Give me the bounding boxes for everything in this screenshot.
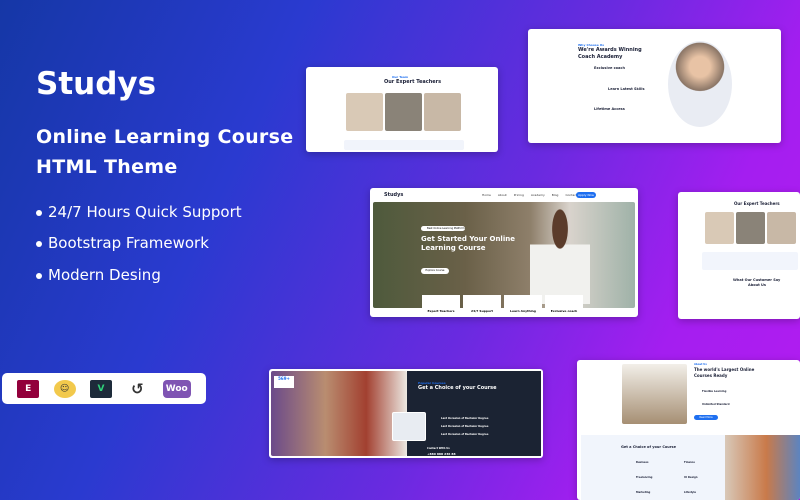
feature-box: Exclusive coach [545, 295, 583, 315]
mockup-choice: 569+ Popular Courses Get a Choice of you… [269, 369, 543, 458]
mockup-awards: Why Choose Us We're Awards Winning Coach… [528, 29, 781, 143]
mailchimp-icon: ☺ [53, 379, 76, 398]
hero-heading: Get Started Your Online [421, 235, 515, 243]
teacher-photo [767, 212, 796, 244]
category-item[interactable]: Freelancing [636, 476, 652, 479]
category-item[interactable]: Marketing [636, 491, 650, 494]
contact-label: Contact With Us [427, 447, 450, 450]
mockup-largest: About Us The world's Largest Online Cour… [577, 360, 800, 500]
course-item[interactable]: Last Occasion of Bachelor Degree [441, 417, 488, 420]
feature-box: Learn Anything [504, 295, 542, 315]
count-badge: 569+ [274, 376, 294, 388]
category-item[interactable]: UI Design [684, 476, 698, 479]
course-item[interactable]: Last Occasion of Bachelor Degree [441, 433, 488, 436]
section-tag: About Us [694, 363, 707, 366]
feature-item: Unlimited Standard [702, 403, 730, 406]
feature-label: Bootstrap Framework [48, 234, 209, 252]
course-item[interactable]: Last Occasion of Bachelor Degree [441, 425, 488, 428]
brand-title: Studys [36, 66, 157, 102]
mockup-teachers: Our Team Our Expert Teachers [306, 67, 498, 152]
teacher-photo [385, 93, 422, 131]
subtitle-line: Online Learning Course [36, 126, 294, 148]
teacher-photo [346, 93, 383, 131]
brand-subtitle: Online Learning Course HTML Theme [36, 122, 293, 182]
inset-photo [392, 412, 426, 441]
section-heading: Courses Ready [694, 373, 728, 378]
teacher-photo [705, 212, 734, 244]
plugin-logos: E ☺ V ↺ Woo [2, 373, 206, 404]
nav-item[interactable]: Pricing [514, 193, 524, 197]
feature-box: Expert Teachers [422, 295, 460, 315]
woocommerce-icon: Woo [162, 379, 191, 398]
category-item[interactable]: Business [636, 461, 648, 464]
nav-item[interactable]: Academy [531, 193, 545, 197]
elementor-icon: E [17, 379, 40, 398]
nav-item[interactable]: Blog [552, 193, 559, 197]
nav: Home About Pricing Academy Blog Contact [482, 193, 577, 197]
bullet-icon [36, 209, 42, 216]
bullet-icon [36, 240, 42, 247]
feature-box: 24/7 Support [463, 295, 501, 315]
read-more-button[interactable]: Read More [694, 415, 718, 420]
section-heading: About Us [748, 283, 766, 287]
hero-badge: Best Online Learning Platform [421, 226, 465, 231]
teacher-photo [424, 93, 461, 131]
apply-button[interactable]: Apply Now [576, 192, 596, 198]
slider-revolution-icon: ↺ [126, 379, 149, 398]
section-heading: We're Awards Winning [578, 47, 642, 53]
category-item[interactable]: Finance [684, 461, 695, 464]
visual-composer-icon: V [89, 379, 112, 398]
section-heading: Our Expert Teachers [734, 201, 780, 206]
category-item[interactable]: Lifestyle [684, 491, 696, 494]
feature-strip [344, 140, 464, 150]
students-photo [725, 435, 800, 500]
subtitle-line: HTML Theme [36, 156, 178, 178]
section-heading: Get a Choice of your Course [418, 385, 497, 391]
teacher-photo [736, 212, 765, 244]
hero-image [373, 202, 635, 308]
award-item: Lifetime Access [594, 107, 625, 111]
hero-features: Expert Teachers 24/7 Support Learn Anyth… [422, 295, 583, 315]
feature-label: 24/7 Hours Quick Support [48, 203, 242, 221]
award-item: Exclusive coach [594, 66, 625, 70]
bullet-icon [36, 272, 42, 279]
feature-item: Flexible Learning [702, 390, 727, 393]
feature-item: Bootstrap Framework [36, 234, 209, 252]
phone-number: +880 888 236 88 [427, 452, 456, 456]
mockup-teachers-testimonials: Our Expert Teachers What Our Customer Sa… [678, 192, 800, 319]
feature-item: 24/7 Hours Quick Support [36, 203, 242, 221]
section-heading: Our Expert Teachers [384, 79, 442, 85]
feature-label: Modern Desing [48, 266, 161, 284]
stats-strip [702, 252, 798, 270]
coach-photo [668, 41, 732, 127]
nav-item[interactable]: About [498, 193, 507, 197]
section-heading: What Our Customer Say [733, 278, 781, 282]
section-heading: The world's Largest Online [694, 367, 755, 372]
senior-photo [622, 364, 687, 424]
feature-item: Modern Desing [36, 266, 161, 284]
section-heading: Coach Academy [578, 54, 623, 60]
section-heading: Get a Choice of your Course [621, 445, 676, 449]
award-item: Learn Latest Skills [608, 87, 645, 91]
nav-item[interactable]: Home [482, 193, 491, 197]
explore-button[interactable]: Explore Course [421, 268, 449, 274]
mockup-hero: Studys Home About Pricing Academy Blog Contac… [370, 188, 638, 317]
logo: Studys [384, 192, 404, 198]
hero-heading: Learning Course [421, 244, 486, 252]
student-photo [530, 204, 590, 304]
